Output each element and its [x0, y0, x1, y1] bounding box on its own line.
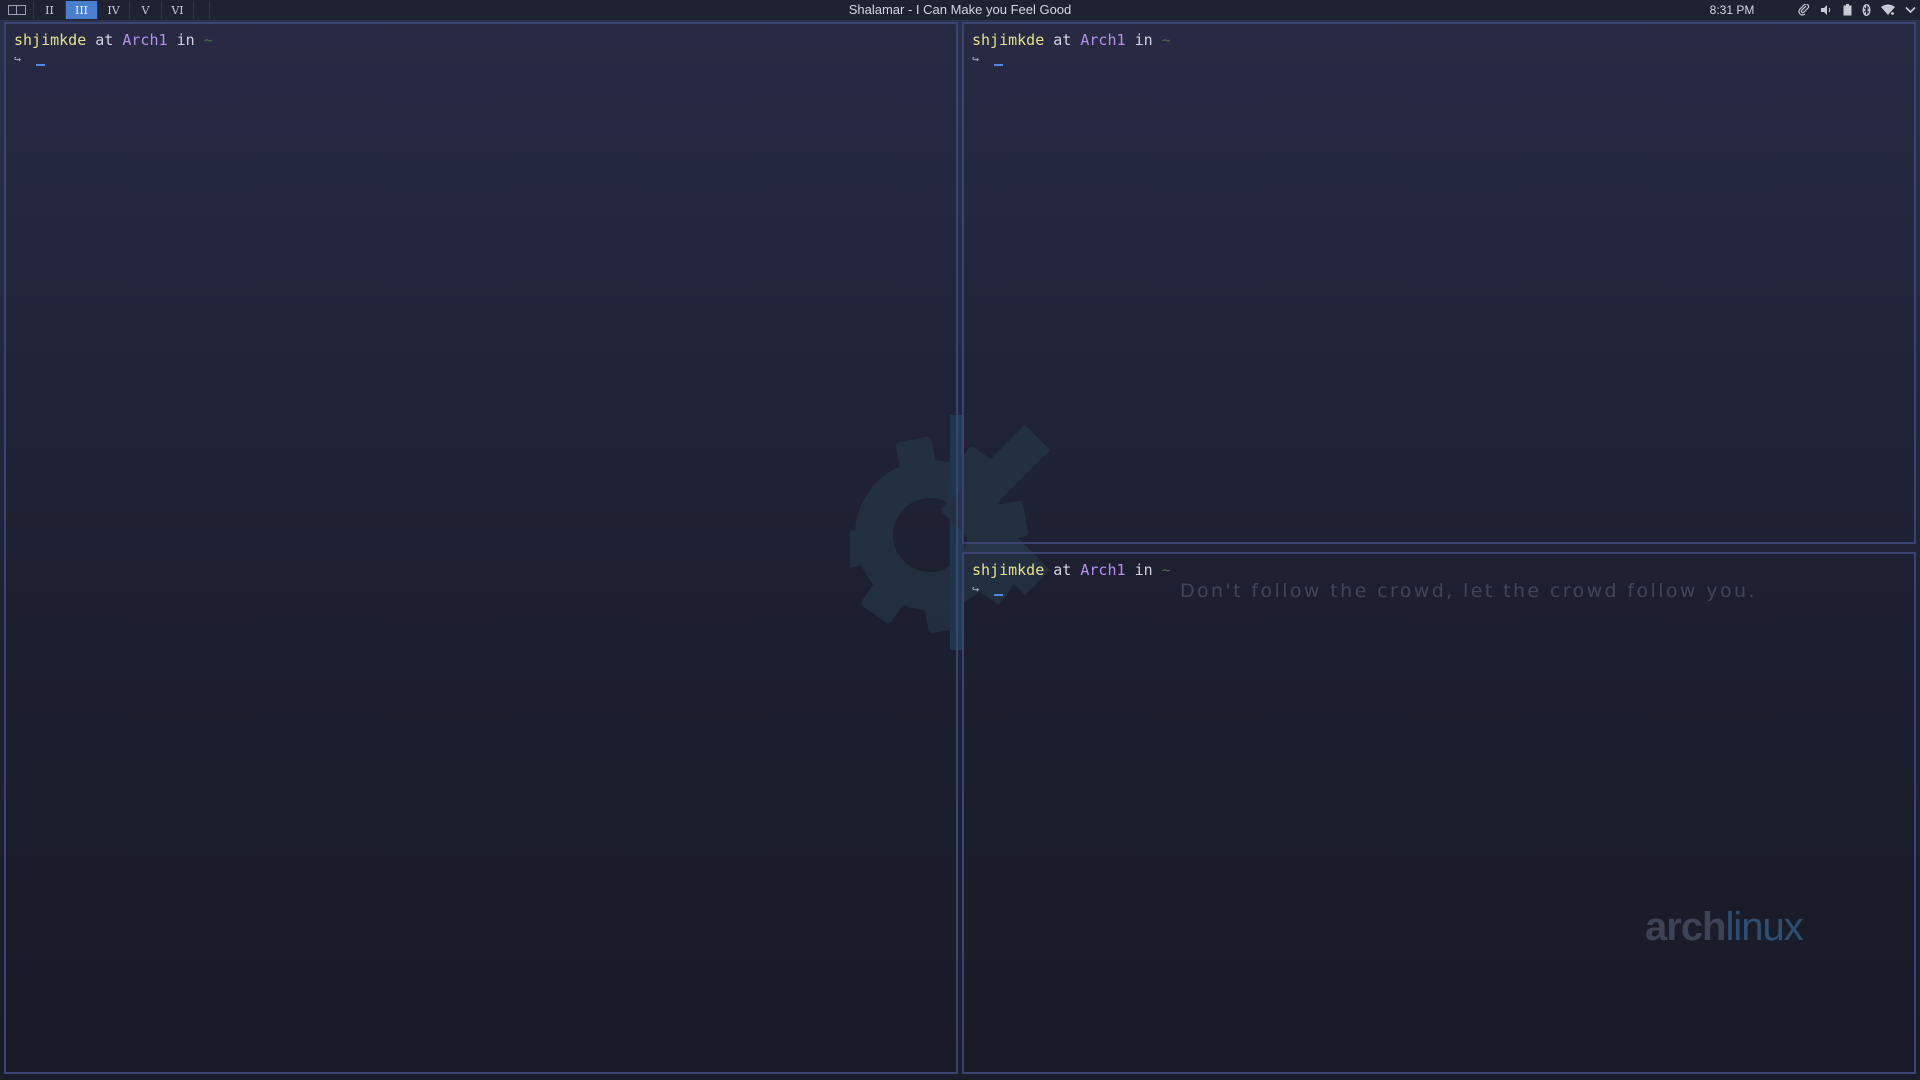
prompt-dir: ~ — [1161, 561, 1171, 579]
terminal-bottom-right[interactable]: shjimkde at Arch1 in ~ ↪ — [962, 552, 1916, 1074]
terminal-top-right[interactable]: shjimkde at Arch1 in ~ ↪ — [962, 22, 1916, 544]
wallpaper-quote: Don't follow the crowd, let the crowd fo… — [1180, 580, 1757, 602]
prompt-dir: ~ — [203, 31, 213, 49]
clock[interactable]: 8:31 PM — [1700, 0, 1764, 20]
battery-icon[interactable] — [1843, 4, 1852, 16]
archlinux-logo-light: linux — [1725, 905, 1804, 949]
prompt-user: shjimkde — [972, 31, 1045, 49]
chevron-down-icon[interactable] — [1905, 6, 1916, 14]
window-title: Shalamar - I Can Make you Feel Good — [848, 2, 1072, 17]
text-cursor — [36, 63, 45, 66]
prompt-at: at — [1053, 561, 1072, 579]
prompt-at: at — [95, 31, 114, 49]
command-line[interactable]: ↪ — [14, 50, 948, 69]
bluetooth-icon[interactable] — [1862, 4, 1871, 16]
prompt-host: Arch1 — [122, 31, 168, 49]
command-line[interactable]: ↪ — [972, 50, 1906, 69]
terminal-left[interactable]: shjimkde at Arch1 in ~ ↪ — [4, 22, 958, 1074]
paperclip-icon[interactable] — [1798, 4, 1810, 16]
prompt-host: Arch1 — [1080, 561, 1126, 579]
desktop: II III IV V VI Shalamar - I Can Make you… — [0, 0, 1920, 1080]
prompt-in: in — [176, 31, 195, 49]
system-tray — [1798, 0, 1916, 20]
prompt-in: in — [1134, 561, 1153, 579]
prompt-user: shjimkde — [14, 31, 87, 49]
prompt-line: shjimkde at Arch1 in ~ — [14, 31, 948, 50]
archlinux-logo-bold: arch — [1645, 905, 1726, 949]
prompt-in: in — [1134, 31, 1153, 49]
wifi-icon[interactable] — [1881, 4, 1895, 16]
archlinux-logo: archlinux — [1645, 905, 1804, 950]
return-arrow-icon: ↪ — [972, 52, 980, 66]
prompt-line: shjimkde at Arch1 in ~ — [972, 561, 1906, 580]
prompt-line: shjimkde at Arch1 in ~ — [972, 31, 1906, 50]
return-arrow-icon: ↪ — [972, 582, 980, 596]
text-cursor — [994, 593, 1003, 596]
prompt-user: shjimkde — [972, 561, 1045, 579]
volume-icon[interactable] — [1820, 4, 1833, 16]
prompt-dir: ~ — [1161, 31, 1171, 49]
top-panel: II III IV V VI Shalamar - I Can Make you… — [0, 0, 1920, 21]
text-cursor — [994, 63, 1003, 66]
return-arrow-icon: ↪ — [14, 52, 22, 66]
prompt-at: at — [1053, 31, 1072, 49]
prompt-host: Arch1 — [1080, 31, 1126, 49]
